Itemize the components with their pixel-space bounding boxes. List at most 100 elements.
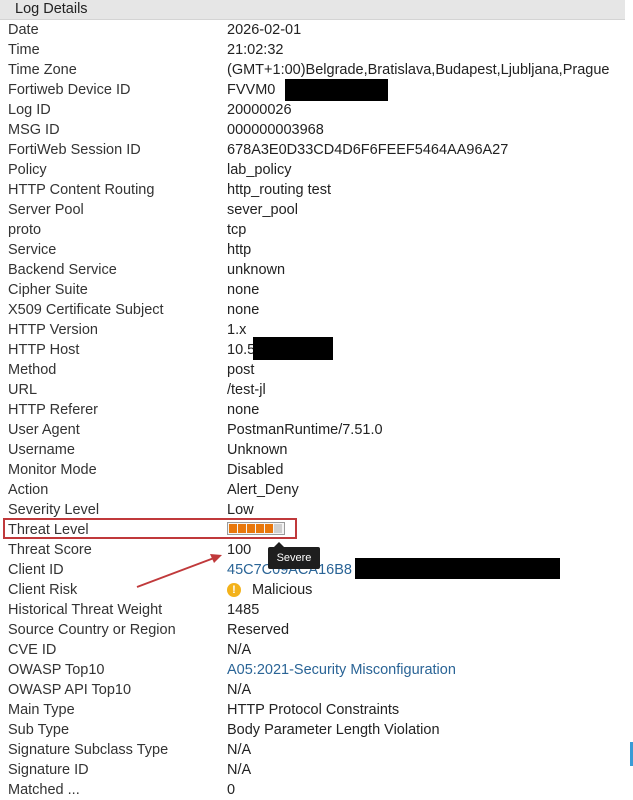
row-service: Service http [0, 240, 625, 260]
row-historical-threat-weight: Historical Threat Weight 1485 [0, 600, 625, 620]
row-label: URL [8, 382, 38, 398]
row-value: sever_pool [227, 202, 298, 218]
redaction-http-host [253, 337, 333, 360]
row-value: (GMT+1:00)Belgrade,Bratislava,Budapest,L… [227, 62, 610, 78]
row-value: Body Parameter Length Violation [227, 722, 440, 738]
row-value: HTTP Protocol Constraints [227, 702, 400, 718]
row-value: http_routing test [227, 182, 331, 198]
row-value: none [227, 282, 260, 298]
row-label: Threat Score [8, 542, 92, 558]
row-label: Monitor Mode [8, 462, 97, 478]
row-matched: Matched ... 0 [0, 780, 625, 800]
threat-segment-filled [247, 524, 255, 533]
row-backend-service: Backend Service unknown [0, 260, 625, 280]
row-value: lab_policy [227, 162, 292, 178]
row-http-referer: HTTP Referer none [0, 400, 625, 420]
row-label: HTTP Version [8, 322, 98, 338]
row-severity-level: Severity Level Low [0, 500, 625, 520]
row-value: N/A [227, 762, 252, 778]
row-value: 0 [227, 782, 236, 798]
client-risk-text: Malicious [252, 582, 313, 598]
row-label: Method [8, 362, 57, 378]
row-owasp-api-top10: OWASP API Top10 N/A [0, 680, 625, 700]
row-value: Alert_Deny [227, 482, 299, 498]
row-server-pool: Server Pool sever_pool [0, 200, 625, 220]
row-time: Time 21:02:32 [0, 40, 625, 60]
row-value: http [227, 242, 252, 258]
row-value: none [227, 302, 260, 318]
row-value: Disabled [227, 462, 284, 478]
row-label: HTTP Referer [8, 402, 98, 418]
warning-icon: ! [227, 583, 241, 597]
row-value: /test-jl [227, 382, 266, 398]
row-proto: proto tcp [0, 220, 625, 240]
redaction-client-id [355, 558, 560, 579]
row-log-id: Log ID 20000026 [0, 100, 625, 120]
threat-segment-empty [274, 524, 282, 533]
row-label: Server Pool [8, 202, 84, 218]
row-date: Date 2026-02-01 [0, 20, 625, 40]
row-label: Backend Service [8, 262, 117, 278]
row-label: Fortiweb Device ID [8, 82, 131, 98]
row-value: Low [227, 502, 254, 518]
row-value: Reserved [227, 622, 290, 638]
row-value: N/A [227, 682, 252, 698]
row-value: 10.5 [227, 342, 256, 358]
row-username: Username Unknown [0, 440, 625, 460]
owasp-top10-link[interactable]: A05:2021-Security Misconfiguration [227, 660, 456, 680]
row-label: Signature ID [8, 762, 89, 778]
threat-segment-filled [256, 524, 264, 533]
row-msg-id: MSG ID 000000003968 [0, 120, 625, 140]
row-label: HTTP Content Routing [8, 182, 155, 198]
row-value: 100 [227, 542, 252, 558]
row-action: Action Alert_Deny [0, 480, 625, 500]
row-label: Time Zone [8, 62, 77, 78]
row-label: Log ID [8, 102, 51, 118]
threat-segment-filled [229, 524, 237, 533]
row-monitor-mode: Monitor Mode Disabled [0, 460, 625, 480]
row-label: Cipher Suite [8, 282, 88, 298]
row-value: 1.x [227, 322, 247, 338]
row-cve-id: CVE ID N/A [0, 640, 625, 660]
row-value: N/A [227, 642, 252, 658]
row-label: Signature Subclass Type [8, 742, 169, 758]
log-details-title: Log Details [15, 1, 88, 17]
row-label: Main Type [8, 702, 75, 718]
threat-segment-filled [238, 524, 246, 533]
row-label: Client Risk [8, 582, 78, 598]
threat-segment-filled [265, 524, 273, 533]
row-client-risk: Client Risk ! Malicious [0, 580, 625, 600]
log-details-header: Log Details [0, 0, 625, 20]
row-label: FortiWeb Session ID [8, 142, 141, 158]
row-owasp-top10: OWASP Top10 A05:2021-Security Misconfigur… [0, 660, 625, 680]
row-label: Historical Threat Weight [8, 602, 163, 618]
row-value: Unknown [227, 442, 288, 458]
row-signature-subclass: Signature Subclass Type N/A [0, 740, 625, 760]
row-value: 678A3E0D33CD4D6F6FEEF5464AA96A27 [227, 142, 509, 158]
row-session-id: FortiWeb Session ID 678A3E0D33CD4D6F6FEEF… [0, 140, 625, 160]
threat-level-tooltip: Severe [268, 542, 320, 569]
row-signature-id: Signature ID N/A [0, 760, 625, 780]
row-label: CVE ID [8, 642, 57, 658]
row-source-country: Source Country or Region Reserved [0, 620, 625, 640]
row-content-routing: HTTP Content Routing http_routing test [0, 180, 625, 200]
row-value: unknown [227, 262, 286, 278]
row-value: PostmanRuntime/7.51.0 [227, 422, 383, 438]
row-value: 000000003968 [227, 122, 324, 138]
row-cipher-suite: Cipher Suite none [0, 280, 625, 300]
row-label: Service [8, 242, 57, 258]
row-x509-subject: X509 Certificate Subject none [0, 300, 625, 320]
row-value: FVVM0 [227, 82, 276, 98]
row-label: Severity Level [8, 502, 100, 518]
row-main-type: Main Type HTTP Protocol Constraints [0, 700, 625, 720]
threat-level-bar[interactable] [227, 522, 285, 535]
row-label: Matched ... [8, 782, 80, 798]
row-value: 2026-02-01 [227, 22, 302, 38]
row-value: N/A [227, 742, 252, 758]
row-label: X509 Certificate Subject [8, 302, 164, 318]
row-label: Source Country or Region [8, 622, 176, 638]
row-label: Policy [8, 162, 47, 178]
row-url: URL/test-jl [0, 380, 625, 400]
row-user-agent: User Agent PostmanRuntime/7.51.0 [0, 420, 625, 440]
row-value: tcp [227, 222, 247, 238]
